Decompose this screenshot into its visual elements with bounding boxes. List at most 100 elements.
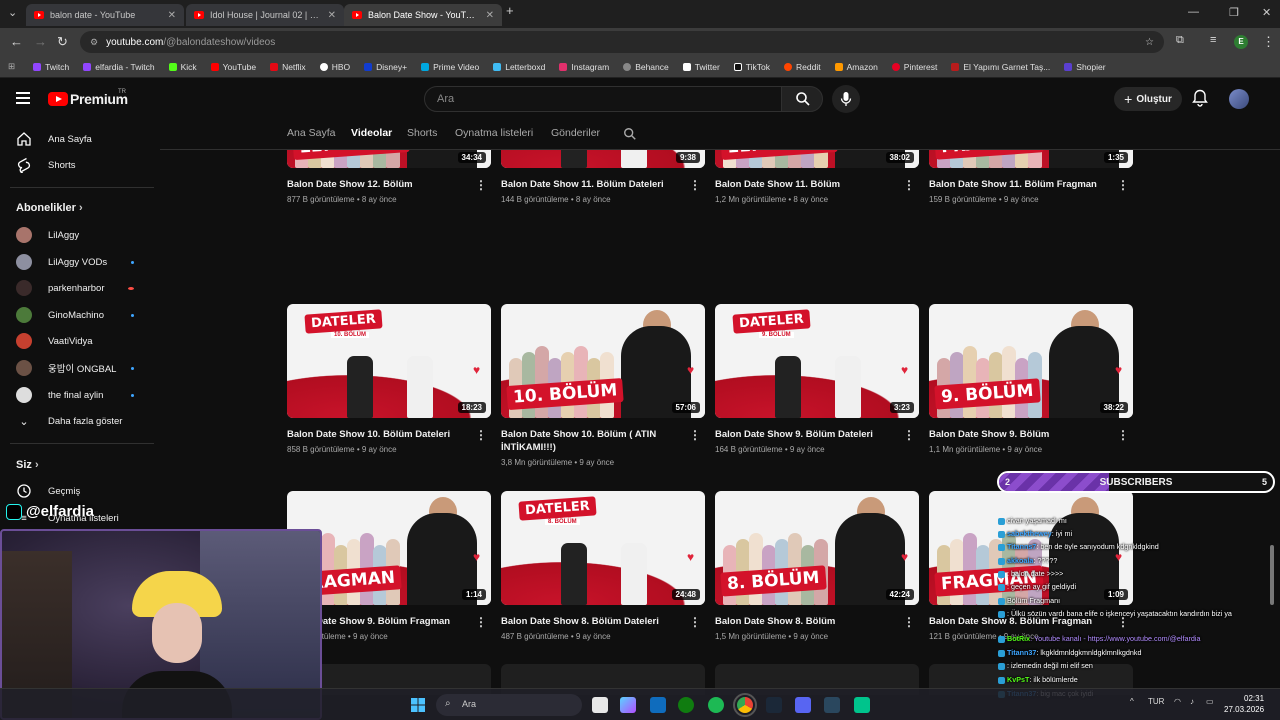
video-title[interactable]: Balon Date Show 11. Bölüm Fragman [929, 178, 1109, 191]
sidebar-channel[interactable]: GinoMachino [0, 302, 152, 328]
video-menu-icon[interactable]: ⋮ [475, 178, 487, 192]
sidebar-channel[interactable]: the final aylin [0, 382, 152, 408]
extensions-icon[interactable]: ⧉ [1176, 34, 1184, 47]
bookmark-letterboxd[interactable]: Letterboxd [493, 62, 545, 72]
video-menu-icon[interactable]: ⋮ [1117, 428, 1129, 442]
tab-videos[interactable]: Videolar [351, 127, 392, 139]
maximize-icon[interactable]: ❐ [1229, 6, 1239, 19]
sidebar-item-history[interactable]: Geçmiş [0, 478, 152, 504]
video-title[interactable]: Balon Date Show 11. Bölüm [715, 178, 895, 191]
video-card[interactable]: ♥ DATELER 10. BÖLÜM 18:23 Balon Date Show 10… [287, 304, 491, 454]
video-title[interactable]: Balon Date Show 10. Bölüm ( ATIN İNTİKAM… [501, 428, 681, 454]
close-window-icon[interactable]: ✕ [1262, 6, 1271, 19]
video-card[interactable]: ♥DATELER11. BÖLÜM9:38 Balon Date Show 11.… [501, 150, 705, 204]
taskbar-clock[interactable]: 02:31 27.03.2026 [1224, 693, 1264, 715]
apps-grid-icon[interactable]: ⊞ [8, 61, 15, 72]
tab-list-icon[interactable]: ≡ [1210, 34, 1216, 46]
forward-icon[interactable]: → [34, 34, 47, 49]
copilot-icon[interactable] [620, 697, 636, 713]
video-thumbnail[interactable]: ♥FRAGMAN11. BÖLÜM1:35 [929, 150, 1133, 168]
youtube-logo-icon[interactable] [48, 92, 68, 106]
search-input[interactable]: Ara [424, 86, 782, 112]
video-menu-icon[interactable]: ⋮ [689, 428, 701, 442]
bookmark-elfardia-twitch[interactable]: elfardia - Twitch [83, 62, 155, 72]
video-title[interactable]: Balon Date Show 11. Bölüm Dateleri [501, 178, 681, 191]
video-card[interactable]: ♥ 10. BÖLÜM 57:06 Balon Date Show 10. Bölüm… [501, 304, 705, 467]
app-icon[interactable] [854, 697, 870, 713]
video-card[interactable]: ♥ DATELER 8. BÖLÜM 24:48 Balon Date Show 8. … [501, 491, 705, 641]
windows-start-icon[interactable] [410, 697, 426, 713]
page-scrollbar[interactable] [1270, 545, 1274, 605]
tray-overflow-icon[interactable]: ^ [1130, 697, 1134, 706]
profile-avatar[interactable]: E [1234, 35, 1248, 49]
video-thumbnail[interactable]: ♥DATELER11. BÖLÜM9:38 [501, 150, 705, 168]
video-thumbnail[interactable]: ♥12. BÖLÜM34:34 [287, 150, 491, 168]
account-avatar[interactable] [1229, 89, 1249, 109]
bookmark-kick[interactable]: Kick [168, 62, 197, 72]
guide-menu-icon[interactable] [16, 92, 30, 104]
sidebar-item-shorts[interactable]: Shorts [0, 152, 152, 178]
bookmark-twitter[interactable]: Twitter [682, 62, 720, 72]
bookmark-shopier[interactable]: Shopier [1064, 62, 1106, 72]
video-thumbnail[interactable]: ♥ 10. BÖLÜM 57:06 [501, 304, 705, 418]
video-card[interactable]: ♥ DATELER 9. BÖLÜM 3:23 Balon Date Show 9. B… [715, 304, 919, 454]
wifi-icon[interactable]: ◠ [1174, 697, 1181, 706]
video-title[interactable]: Balon Date Show 8. Bölüm [715, 615, 895, 628]
video-title[interactable]: Balon Date Show 12. Bölüm [287, 178, 467, 191]
reload-icon[interactable]: ↻ [57, 34, 68, 50]
bookmark-hbo[interactable]: HBO [319, 62, 350, 72]
tab-shorts[interactable]: Shorts [407, 127, 437, 139]
close-tab-icon[interactable]: ✕ [168, 10, 176, 21]
bookmark-disney[interactable]: Disney+ [364, 62, 407, 72]
video-title[interactable]: Balon Date Show 9. Bölüm Dateleri [715, 428, 895, 441]
video-thumbnail[interactable]: ♥11. BÖLÜM38:02 [715, 150, 919, 168]
discord-icon[interactable] [795, 697, 811, 713]
bookmark-behance[interactable]: Behance [623, 62, 669, 72]
video-card[interactable]: ♥12. BÖLÜM34:34 Balon Date Show 12. Bölüm… [287, 150, 491, 204]
video-menu-icon[interactable]: ⋮ [689, 178, 701, 192]
you-heading[interactable]: Siz › [16, 459, 39, 471]
volume-icon[interactable]: ♪ [1190, 697, 1194, 706]
tab-home[interactable]: Ana Sayfa [287, 127, 335, 139]
steam-icon[interactable] [824, 697, 840, 713]
browser-tab-1[interactable]: balon date - YouTube ✕ [26, 4, 184, 26]
video-menu-icon[interactable]: ⋮ [903, 615, 915, 629]
video-menu-icon[interactable]: ⋮ [689, 615, 701, 629]
show-more-button[interactable]: ⌄ Daha fazla göster [0, 408, 152, 434]
search-button[interactable] [781, 86, 823, 112]
video-card[interactable]: ♥FRAGMAN11. BÖLÜM1:35 Balon Date Show 11.… [929, 150, 1133, 204]
site-info-icon[interactable]: ⚙ [90, 37, 98, 48]
notifications-bell-icon[interactable] [1192, 89, 1208, 107]
bookmark-twitch[interactable]: Twitch [33, 62, 69, 72]
close-tab-icon[interactable]: ✕ [328, 10, 336, 21]
channel-search-icon[interactable] [623, 127, 637, 141]
bookmark-tiktok[interactable]: TikTok [733, 62, 770, 72]
bookmark-star-icon[interactable]: ☆ [1145, 37, 1154, 48]
back-icon[interactable]: ← [10, 34, 23, 49]
bookmark-prime-video[interactable]: Prime Video [421, 62, 479, 72]
create-button[interactable]: + Oluştur [1114, 87, 1182, 111]
battery-icon[interactable]: ▭ [1206, 697, 1214, 706]
subscriptions-heading[interactable]: Abonelikler › [16, 202, 83, 214]
video-title[interactable]: Balon Date Show 10. Bölüm Dateleri [287, 428, 467, 441]
video-thumbnail[interactable]: ♥ DATELER 9. BÖLÜM 3:23 [715, 304, 919, 418]
video-menu-icon[interactable]: ⋮ [475, 615, 487, 629]
video-card[interactable]: ♥ 8. BÖLÜM 42:24 Balon Date Show 8. Bölüm 1,… [715, 491, 919, 641]
outlook-icon[interactable] [650, 697, 666, 713]
tab-posts[interactable]: Gönderiler [551, 127, 600, 139]
bookmark-amazon[interactable]: Amazon [834, 62, 878, 72]
sidebar-channel[interactable]: parkenharbor [0, 275, 152, 301]
browser-tab-2[interactable]: Idol House | Journal 02 | Evde A ✕ [186, 4, 344, 26]
video-menu-icon[interactable]: ⋮ [475, 428, 487, 442]
video-card[interactable]: ♥11. BÖLÜM38:02 Balon Date Show 11. Bölüm… [715, 150, 919, 204]
video-thumbnail[interactable]: ♥ 9. BÖLÜM 38:22 [929, 304, 1133, 418]
browser-menu-icon[interactable]: ⋮ [1262, 34, 1275, 50]
sidebar-channel[interactable]: LilAggy [0, 222, 152, 248]
video-thumbnail[interactable]: ♥ DATELER 10. BÖLÜM 18:23 [287, 304, 491, 418]
browser-tab-3[interactable]: Balon Date Show - YouTube ✕ [344, 4, 502, 26]
bookmark-instagram[interactable]: Instagram [559, 62, 609, 72]
video-title[interactable]: Balon Date Show 8. Bölüm Dateleri [501, 615, 681, 628]
minimize-icon[interactable]: — [1188, 6, 1199, 18]
steam-icon[interactable] [766, 697, 782, 713]
sidebar-channel[interactable]: VaatiVidya [0, 328, 152, 354]
